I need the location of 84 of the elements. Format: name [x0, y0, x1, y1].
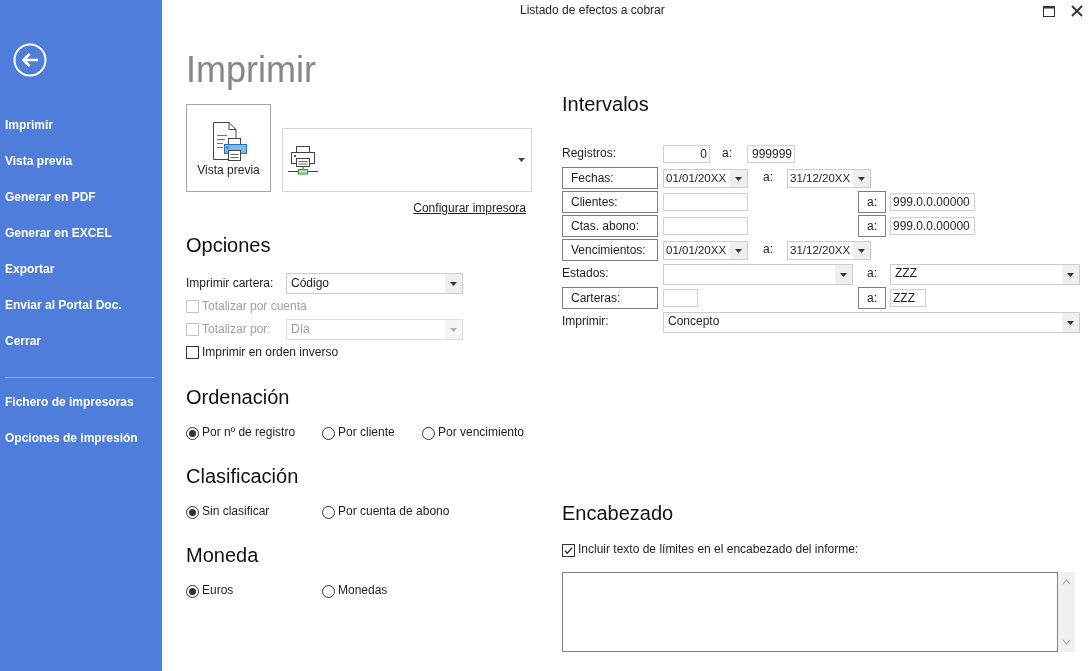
back-icon[interactable]: [13, 43, 47, 77]
caret-icon: [1062, 264, 1079, 284]
text-field[interactable]: [663, 289, 698, 307]
sidebar-item[interactable]: Vista previa: [0, 143, 73, 179]
field-button[interactable]: Ctas. abono:: [562, 215, 658, 237]
radio-label[interactable]: Por nº de registro: [202, 425, 296, 441]
sidebar-item[interactable]: Enviar al Portal Doc.: [0, 287, 122, 323]
date-picker[interactable]: 01/01/20XX: [663, 240, 748, 260]
caret-icon: [518, 158, 525, 162]
section-title: Encabezado: [562, 501, 675, 526]
range-button[interactable]: a:: [858, 215, 886, 237]
range-label: a:: [722, 146, 732, 162]
radio-button[interactable]: [186, 426, 199, 440]
checkbox[interactable]: [562, 543, 575, 557]
caret-icon: [835, 264, 852, 284]
range-button[interactable]: a:: [858, 191, 886, 213]
maximize-icon[interactable]: [1043, 5, 1055, 17]
sidebar-item[interactable]: Fichero de impresoras: [0, 384, 134, 420]
text-field[interactable]: [663, 193, 748, 211]
sidebar-item[interactable]: Generar en EXCEL: [0, 215, 112, 251]
sidebar-item[interactable]: Exportar: [0, 251, 55, 287]
sidebar-item[interactable]: Imprimir: [0, 107, 53, 143]
section-title: Clasificación: [186, 464, 300, 489]
range-label: a:: [866, 266, 878, 282]
field-button[interactable]: Fechas:: [562, 167, 658, 189]
window-title: Listado de efectos a cobrar: [520, 3, 665, 19]
date-picker[interactable]: 31/12/20XX: [787, 168, 871, 188]
radio-button[interactable]: [186, 505, 199, 519]
caret-icon: [445, 320, 462, 339]
radio-button[interactable]: [186, 584, 199, 598]
range-label: a:: [763, 242, 773, 258]
checkbox[interactable]: [186, 346, 199, 359]
section-title: Ordenación: [186, 385, 291, 410]
field-label: Registros:: [562, 146, 618, 162]
sidebar-item[interactable]: Opciones de impresión: [0, 420, 138, 456]
caret-icon: [730, 169, 747, 187]
text-field[interactable]: 999.0.0.00000: [890, 217, 975, 235]
field-button[interactable]: Vencimientos:: [562, 239, 658, 261]
sidebar-item[interactable]: Generar en PDF: [0, 179, 96, 215]
text-field[interactable]: ZZZ: [890, 289, 926, 307]
radio-button[interactable]: [322, 505, 335, 519]
radio-button[interactable]: [322, 426, 335, 440]
range-button[interactable]: a:: [858, 287, 886, 309]
date-picker[interactable]: 31/12/20XX: [787, 240, 871, 260]
configure-printer-link[interactable]: Configurar impresora: [413, 201, 526, 215]
radio-label[interactable]: Por cliente: [338, 425, 395, 441]
field-button[interactable]: Carteras:: [562, 287, 658, 309]
caret-icon: [853, 241, 870, 259]
page-title: Imprimir: [186, 48, 317, 91]
radio-label[interactable]: Por cuenta de abono: [338, 504, 450, 520]
radio-label[interactable]: Sin clasificar: [202, 504, 270, 520]
radio-button[interactable]: [322, 584, 335, 598]
sidebar-item[interactable]: Cerrar: [0, 323, 42, 359]
checkbox-label[interactable]: Imprimir en orden inverso: [202, 344, 339, 361]
caret-icon: [730, 241, 747, 259]
text-area[interactable]: [562, 572, 1058, 652]
field-label: Imprimir cartera:: [186, 275, 275, 292]
field-label: Imprimir:: [562, 314, 610, 330]
radio-button[interactable]: [422, 426, 435, 440]
radio-label[interactable]: Euros: [202, 583, 234, 599]
caret-icon: [445, 274, 462, 293]
radio-label[interactable]: Monedas: [338, 583, 388, 599]
range-label: a:: [763, 170, 773, 186]
field-button[interactable]: Clientes:: [562, 191, 658, 213]
date-picker[interactable]: 01/01/20XX: [663, 168, 748, 188]
section-title: Opciones: [186, 233, 272, 258]
number-field[interactable]: 0: [663, 145, 710, 163]
dropdown[interactable]: ZZZ: [890, 263, 1080, 285]
dropdown[interactable]: Código: [286, 273, 463, 294]
network-printer-icon: [288, 145, 318, 175]
close-icon[interactable]: [1071, 5, 1083, 17]
text-field[interactable]: [663, 217, 748, 235]
section-title: Moneda: [186, 543, 260, 568]
document-printer-icon: [210, 122, 247, 162]
radio-label[interactable]: Por vencimiento: [438, 425, 525, 441]
preview-button[interactable]: Vista previa: [186, 104, 271, 192]
dropdown[interactable]: Concepto: [663, 311, 1080, 333]
caret-icon: [853, 169, 870, 187]
text-field[interactable]: 999.0.0.00000: [890, 193, 975, 211]
number-field[interactable]: 999999: [747, 145, 795, 163]
section-title: Intervalos: [562, 92, 650, 117]
field-label: Estados:: [562, 266, 610, 282]
caret-icon: [1062, 312, 1079, 332]
checkbox-label[interactable]: Incluir texto de límites en el encabezado del informe:: [578, 542, 859, 558]
